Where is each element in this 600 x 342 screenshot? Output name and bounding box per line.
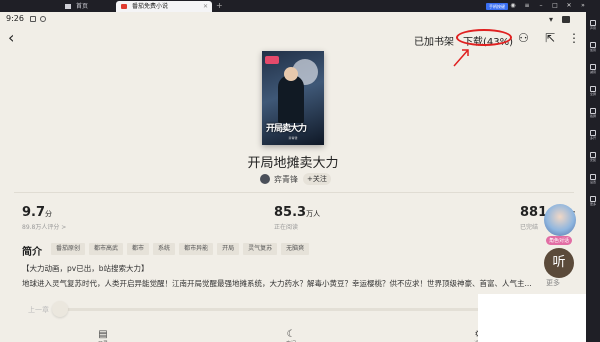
close-tab-icon[interactable]: ✕: [203, 1, 208, 12]
tag[interactable]: 都市高武: [89, 243, 124, 255]
chapter-progress-track[interactable]: [52, 308, 522, 311]
sidebar-item-multi[interactable]: 多开: [586, 128, 600, 148]
follow-button[interactable]: +关注: [303, 173, 331, 185]
book-title: 开局地摊卖大力: [247, 156, 339, 171]
intro-line-1: 【大力动画，pv已出，b站搜索大力】: [22, 264, 149, 273]
tag[interactable]: 都市: [127, 243, 150, 255]
tag-list: 番茄原创 都市高武 都市 系统 都市异能 开局 灵气复苏 无脑爽: [51, 243, 310, 255]
gift-icon[interactable]: ⚇: [518, 32, 529, 44]
tag[interactable]: 灵气复苏: [243, 243, 278, 255]
more-link[interactable]: 更多: [546, 278, 560, 288]
tab-fanqie-novel[interactable]: 番茄免费小说 ✕: [116, 1, 212, 12]
author-name[interactable]: 弈青锋: [274, 174, 298, 185]
added-to-shelf-button[interactable]: 已加书架: [414, 33, 454, 48]
tab-fanqie-label: 番茄免费小说: [132, 3, 169, 10]
annotation-circle: [456, 29, 512, 46]
cover-title: 开局卖大力: [266, 124, 307, 134]
home-icon: [65, 4, 71, 9]
gamepad-icon[interactable]: ◉: [510, 2, 516, 9]
app-icon: [121, 4, 127, 9]
add-tab-icon[interactable]: +: [216, 0, 223, 12]
cover-badge: [265, 56, 279, 64]
character-chat-label[interactable]: 角色对话: [546, 236, 573, 245]
tag[interactable]: 开局: [217, 243, 240, 255]
intro-heading: 简介: [22, 247, 42, 258]
maximize-icon[interactable]: □: [552, 2, 558, 9]
blank-overlay: [478, 294, 586, 342]
tag[interactable]: 无脑爽: [281, 243, 310, 255]
listen-button[interactable]: 听: [544, 248, 574, 278]
prev-chapter-button[interactable]: 上一章: [28, 305, 49, 315]
sidebar-item-fullscreen[interactable]: 全屏: [586, 84, 600, 104]
bottom-nav-catalog[interactable]: ▤ 目录: [88, 330, 118, 342]
tag[interactable]: 系统: [153, 243, 176, 255]
sync-icon: [40, 16, 46, 22]
sidebar-item-volume-up[interactable]: 加音: [586, 40, 600, 60]
sidebar-item-volume[interactable]: 声音: [586, 18, 600, 38]
cover-author: 弈青锋: [288, 136, 298, 140]
catalog-icon: ▤: [98, 329, 108, 340]
night-mode-icon: ☾: [286, 329, 296, 340]
sidebar-item-more[interactable]: 更多: [586, 194, 600, 214]
annotation-arrow-icon: [453, 49, 469, 67]
cover-figure-head: [284, 67, 298, 81]
divider: [14, 192, 574, 193]
readers-stat: 85.3万人 正在阅读: [274, 205, 321, 231]
emulator-sidebar: 声音 加音 减音 全屏 截屏 多开 安装 设置 更多: [586, 12, 600, 342]
tag[interactable]: 番茄原创: [51, 243, 86, 255]
close-window-icon[interactable]: ✕: [566, 2, 572, 9]
phone-screen: 9:26 ▾ ‹ 已加书架 下载(43%) ⚇ ⇱ ⋮ 开局卖大力 弈青锋 开局…: [0, 12, 586, 342]
chapter-progress-handle[interactable]: [52, 301, 68, 317]
status-bar: 9:26 ▾: [0, 12, 586, 26]
keyboard-mapping-button[interactable]: 手柄按键: [486, 3, 508, 10]
sidebar-item-settings[interactable]: 设置: [586, 172, 600, 192]
notification-icon: [30, 16, 36, 22]
status-time: 9:26: [6, 14, 24, 23]
sidebar-item-install[interactable]: 安装: [586, 150, 600, 170]
character-chat-avatar[interactable]: [544, 204, 576, 236]
intro-line-2: 地球进入灵气复苏时代，人类开启异能觉醒！江南开局觉醒最强地摊系统，大力药水？解毒…: [22, 279, 532, 288]
tab-home-label: 首页: [76, 3, 89, 10]
minimize-icon[interactable]: –: [538, 2, 544, 9]
share-icon[interactable]: ⇱: [545, 32, 555, 44]
more-options-icon[interactable]: ⋮: [568, 32, 580, 44]
book-cover[interactable]: 开局卖大力 弈青锋: [262, 51, 324, 145]
back-arrow-icon[interactable]: ‹: [8, 30, 14, 46]
browser-tab-bar: 首页 番茄免费小说 ✕ + 手柄按键 ◉ ≡ – □ ✕ »: [0, 0, 600, 12]
wifi-icon: ▾: [549, 15, 554, 24]
tag[interactable]: 都市异能: [179, 243, 214, 255]
menu-icon[interactable]: ≡: [524, 2, 530, 9]
sidebar-item-screenshot[interactable]: 截屏: [586, 106, 600, 126]
rating-stat[interactable]: 9.7分 89.8万人评分 >: [22, 201, 66, 231]
author-avatar[interactable]: [260, 174, 270, 184]
pin-icon[interactable]: »: [580, 2, 586, 9]
battery-icon: [562, 16, 570, 23]
cover-figure: [278, 75, 304, 123]
tab-home[interactable]: 首页: [60, 1, 120, 12]
sidebar-item-volume-down[interactable]: 减音: [586, 62, 600, 82]
bottom-nav-night[interactable]: ☾ 夜间: [276, 330, 306, 342]
